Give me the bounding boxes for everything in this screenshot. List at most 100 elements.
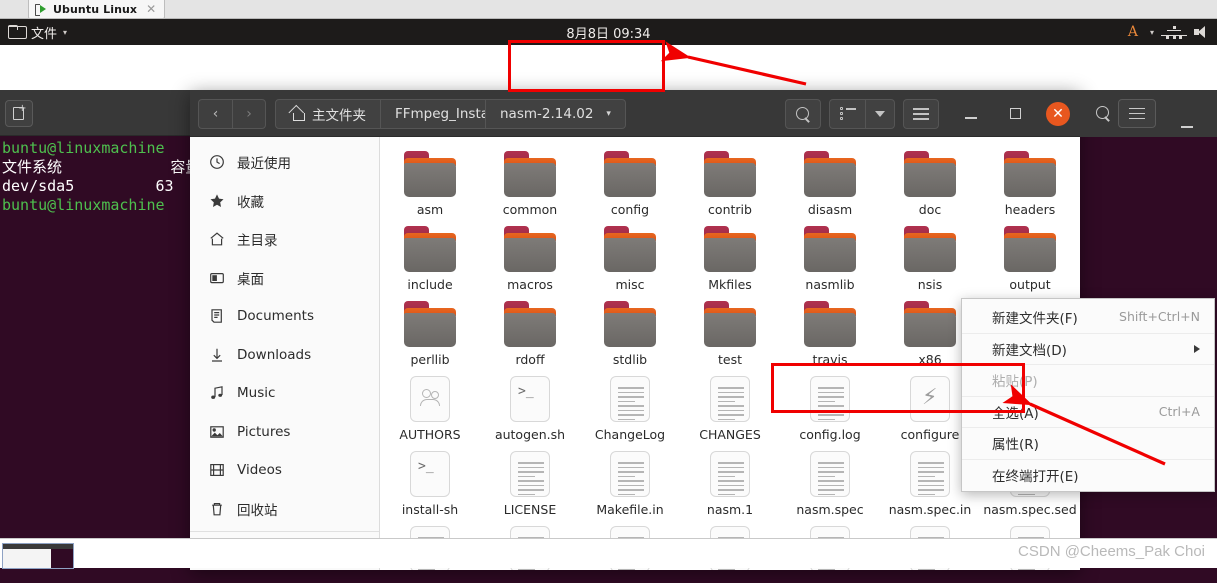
back-button[interactable]: ‹ <box>198 99 232 129</box>
volume-icon[interactable] <box>1194 25 1209 39</box>
app-menu-button[interactable] <box>903 99 939 129</box>
file-item[interactable]: headers <box>980 145 1080 217</box>
sidebar-item-videos[interactable]: Videos <box>190 451 379 490</box>
file-item[interactable]: common <box>480 145 580 217</box>
context-menu-item[interactable]: 全选(A) Ctrl+A <box>962 395 1214 428</box>
context-menu-label: 全选(A) <box>992 405 1039 422</box>
sidebar-item-pictures[interactable]: Pictures <box>190 413 379 452</box>
file-item[interactable]: ChangeLog <box>580 370 680 442</box>
file-item[interactable]: macros <box>480 220 580 292</box>
sidebar-item-trash[interactable]: 回收站 <box>190 490 379 529</box>
context-menu-item[interactable]: 属性(R) <box>962 427 1214 459</box>
vm-tab-ubuntu-linux[interactable]: Ubuntu Linux ✕ <box>28 0 166 19</box>
file-item[interactable]: nasmlib <box>780 220 880 292</box>
file-label: nasmlib <box>805 277 855 292</box>
text-file-icon <box>510 451 550 497</box>
text-file-icon <box>610 451 650 497</box>
file-item[interactable]: asm <box>380 145 480 217</box>
file-item[interactable]: output <box>980 220 1080 292</box>
folder-icon <box>504 226 556 272</box>
sidebar-item-starred[interactable]: 收藏 <box>190 182 379 221</box>
file-label: perllib <box>410 352 450 367</box>
view-options-button[interactable] <box>865 99 895 129</box>
file-item[interactable]: stdlib <box>580 295 680 367</box>
file-item[interactable]: include <box>380 220 480 292</box>
search-icon <box>795 106 811 122</box>
file-manager-window[interactable]: ‹ › 主文件夹 FFmpeg_Instal nasm-2.14.02 ▾ ✕ … <box>190 90 1215 570</box>
context-menu-item[interactable]: 新建文档(D) <box>962 332 1214 365</box>
taskbar-window-thumbnail[interactable] <box>2 543 74 569</box>
search-button[interactable] <box>785 99 821 129</box>
file-item[interactable]: perllib <box>380 295 480 367</box>
file-item[interactable]: contrib <box>680 145 780 217</box>
sidebar-item-label: 回收站 <box>237 502 278 519</box>
toolbar <box>785 99 947 129</box>
close-button[interactable]: ✕ <box>1046 101 1070 126</box>
minimize-button[interactable] <box>958 99 984 128</box>
file-label: contrib <box>708 202 752 217</box>
view-mode-button[interactable] <box>829 99 865 129</box>
file-label: AUTHORS <box>399 427 461 442</box>
file-item[interactable]: doc <box>880 145 980 217</box>
star-icon <box>208 192 225 209</box>
sidebar-item-documents[interactable]: Documents <box>190 297 379 336</box>
breadcrumb-item-current[interactable]: nasm-2.14.02 ▾ <box>486 99 626 129</box>
file-item[interactable]: nasm.spec <box>780 445 880 517</box>
input-method-label[interactable]: A <box>1128 24 1138 40</box>
file-item[interactable]: >_ autogen.sh <box>480 370 580 442</box>
file-item[interactable]: LICENSE <box>480 445 580 517</box>
breadcrumb-item-ffmpeg[interactable]: FFmpeg_Instal <box>381 99 486 129</box>
sidebar-item-music[interactable]: Music <box>190 374 379 413</box>
folder-icon <box>804 226 856 272</box>
picture-icon <box>208 423 225 440</box>
file-item[interactable]: disasm <box>780 145 880 217</box>
folder-icon <box>604 226 656 272</box>
sidebar-item-desktop[interactable]: 桌面 <box>190 259 379 298</box>
new-tab-button[interactable] <box>5 100 33 127</box>
folder-icon <box>904 226 956 272</box>
sidebar-item-home[interactable]: 主目录 <box>190 220 379 259</box>
background-menu-button[interactable] <box>1118 99 1156 128</box>
sidebar-item-recent[interactable]: 最近使用 <box>190 143 379 182</box>
file-item[interactable]: Mkfiles <box>680 220 780 292</box>
file-item[interactable]: travis <box>780 295 880 367</box>
file-label: stdlib <box>612 352 648 367</box>
file-label: nasm.spec <box>796 502 864 517</box>
file-item[interactable]: config <box>580 145 680 217</box>
ubuntu-top-panel: 文件 ▾ 8月8日 09:34 A ▾ <box>0 19 1217 45</box>
file-item[interactable]: test <box>680 295 780 367</box>
breadcrumb: 主文件夹 FFmpeg_Instal nasm-2.14.02 ▾ <box>275 99 626 129</box>
chevron-down-icon[interactable]: ▾ <box>1150 28 1154 37</box>
file-label: ChangeLog <box>594 427 666 442</box>
maximize-button[interactable] <box>1002 99 1028 128</box>
file-item[interactable]: misc <box>580 220 680 292</box>
file-item[interactable]: CHANGES <box>680 370 780 442</box>
file-item[interactable]: AUTHORS <box>380 370 480 442</box>
forward-button[interactable]: › <box>232 99 266 129</box>
file-item[interactable]: >_ install-sh <box>380 445 480 517</box>
file-item[interactable]: Makefile.in <box>580 445 680 517</box>
file-label: nasm.spec.in <box>888 502 972 517</box>
folder-icon <box>804 151 856 197</box>
file-label: common <box>502 202 558 217</box>
file-label: Makefile.in <box>596 502 664 517</box>
context-menu-item[interactable]: 在终端打开(E) <box>962 458 1214 491</box>
breadcrumb-item-home[interactable]: 主文件夹 <box>275 99 381 129</box>
context-menu-item[interactable]: 新建文件夹(F) Shift+Ctrl+N <box>962 301 1214 333</box>
app-menu[interactable]: 文件 ▾ <box>0 23 67 42</box>
background-minimize-button[interactable] <box>1172 99 1202 128</box>
sidebar-item-label: 桌面 <box>237 271 264 288</box>
context-menu[interactable]: 新建文件夹(F) Shift+Ctrl+N 新建文档(D) 粘贴(P) 全选(A) Ctr… <box>961 298 1215 492</box>
file-item[interactable]: nasm.1 <box>680 445 780 517</box>
file-item[interactable]: config.log <box>780 370 880 442</box>
network-icon[interactable] <box>1166 25 1182 39</box>
executable-file-icon <box>910 376 950 422</box>
close-icon[interactable]: ✕ <box>146 2 156 16</box>
background-search-button[interactable] <box>1084 99 1122 128</box>
clock[interactable]: 8月8日 09:34 <box>566 23 650 42</box>
sidebar-item-downloads[interactable]: Downloads <box>190 336 379 375</box>
file-label: config.log <box>799 427 861 442</box>
file-item[interactable]: nsis <box>880 220 980 292</box>
file-item[interactable]: rdoff <box>480 295 580 367</box>
chevron-down-icon[interactable]: ▾ <box>606 109 611 119</box>
